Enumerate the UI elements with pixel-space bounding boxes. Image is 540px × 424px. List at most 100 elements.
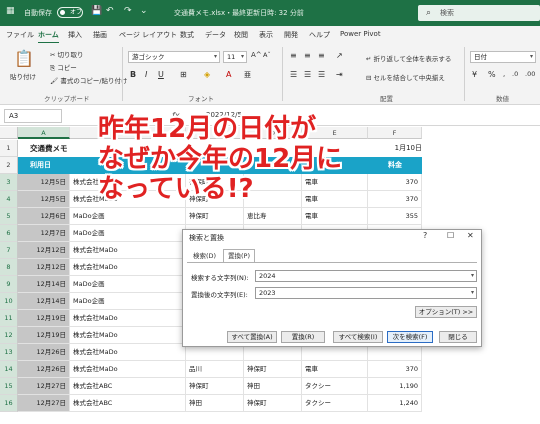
align-middle-icon[interactable]: ≡ — [304, 51, 311, 60]
cell-f1[interactable]: 1月10日 — [378, 140, 422, 157]
cell-company[interactable]: 株式会社MaDo — [70, 327, 186, 344]
cell-company[interactable]: MaDo企画 — [70, 276, 186, 293]
cell-company[interactable]: 株式会社MaDo — [70, 361, 186, 378]
cell-date[interactable]: 12月26日 — [18, 344, 70, 361]
tab-replace[interactable]: 置換(P) — [223, 249, 255, 263]
find-all-button[interactable]: すべて検索(I) — [333, 331, 383, 343]
cell-date[interactable]: 12月14日 — [18, 276, 70, 293]
replace-all-button[interactable]: すべて置換(A) — [227, 331, 277, 343]
find-input[interactable]: 2024 ▾ — [255, 270, 477, 282]
column-header-f[interactable]: F — [368, 127, 422, 139]
merge-center-button[interactable]: ⊟ セルを結合して中央揃え — [366, 72, 445, 82]
cell-date[interactable]: 12月12日 — [18, 259, 70, 276]
select-all-corner[interactable] — [0, 127, 18, 139]
row-header[interactable]: 13 — [0, 344, 18, 361]
close-button[interactable]: 閉じる — [439, 331, 477, 343]
tab-help[interactable]: ヘルプ — [309, 30, 330, 40]
align-right-icon[interactable]: ☰ — [318, 70, 325, 79]
cell-to[interactable]: 神保町 — [244, 395, 302, 412]
cell-company[interactable]: 株式会社MaDo — [70, 259, 186, 276]
cell-fee[interactable]: 1,190 — [368, 378, 422, 395]
cell-date[interactable]: 12月12日 — [18, 242, 70, 259]
italic-button[interactable]: I — [145, 70, 147, 79]
replace-button[interactable]: 置換(R) — [281, 331, 325, 343]
row-header[interactable]: 12 — [0, 327, 18, 344]
cell-date[interactable]: 12月5日 — [18, 191, 70, 208]
tab-home[interactable]: ホーム — [38, 30, 59, 44]
row-header[interactable]: 10 — [0, 293, 18, 310]
cell-company[interactable]: 株式会社MaDo — [70, 242, 186, 259]
copy-button[interactable]: ⎘ コピー — [50, 62, 77, 73]
cell-date[interactable]: 12月7日 — [18, 225, 70, 242]
cell-date[interactable]: 12月5日 — [18, 174, 70, 191]
wrap-text-button[interactable]: ↵ 折り返して全体を表示する — [366, 53, 451, 63]
cell-fee[interactable]: 355 — [368, 208, 422, 225]
row-header[interactable]: 9 — [0, 276, 18, 293]
cell-fee[interactable]: 1,240 — [368, 395, 422, 412]
row-header[interactable]: 4 — [0, 191, 18, 208]
paste-icon[interactable]: 📋 — [14, 49, 34, 68]
cell-fee[interactable]: 370 — [368, 361, 422, 378]
sheet-title[interactable]: 交通費メモ — [30, 140, 68, 157]
replace-input[interactable]: 2023 ▾ — [255, 287, 477, 299]
grow-font-icon[interactable]: A^ — [251, 51, 262, 59]
align-center-icon[interactable]: ☰ — [304, 70, 311, 79]
name-box[interactable]: A3 — [4, 109, 62, 123]
row-header[interactable]: 6 — [0, 225, 18, 242]
cell-from[interactable]: 品川 — [186, 361, 244, 378]
close-icon[interactable]: ✕ — [467, 231, 474, 240]
row-header[interactable]: 1 — [0, 140, 18, 157]
cell-date[interactable]: 12月14日 — [18, 293, 70, 310]
font-size-select[interactable]: 11 ▾ — [223, 51, 247, 63]
header-date[interactable]: 利用日 — [26, 157, 55, 174]
cell-transport[interactable]: タクシー — [302, 378, 368, 395]
increase-decimal-icon[interactable]: .0 — [512, 70, 518, 78]
row-header[interactable]: 5 — [0, 208, 18, 225]
cell-transport[interactable]: 電車 — [302, 361, 368, 378]
cell-date[interactable]: 12月19日 — [18, 327, 70, 344]
row-header[interactable]: 14 — [0, 361, 18, 378]
tab-developer[interactable]: 開発 — [284, 30, 298, 40]
format-painter-button[interactable]: 🖌 書式のコピー/貼り付け — [50, 75, 128, 85]
indent-icon[interactable]: ⇥ — [336, 70, 343, 79]
cell-company[interactable]: MaDo企画 — [70, 293, 186, 310]
underline-button[interactable]: U — [158, 70, 164, 79]
tab-file[interactable]: ファイル — [6, 30, 34, 40]
cut-button[interactable]: ✂ 切り取り — [50, 49, 84, 59]
header-fee[interactable]: 料金 — [384, 157, 406, 174]
row-header[interactable]: 7 — [0, 242, 18, 259]
cell-company[interactable]: 株式会社ABC — [70, 378, 186, 395]
borders-icon[interactable]: ⊞ — [180, 70, 187, 79]
cell-date[interactable]: 12月27日 — [18, 378, 70, 395]
percent-icon[interactable]: % — [488, 70, 496, 79]
cell-to[interactable]: 神田 — [244, 378, 302, 395]
cell-company[interactable]: 株式会社MaDo — [70, 310, 186, 327]
phonetic-icon[interactable]: 亜 — [244, 70, 251, 80]
customize-qat-icon[interactable]: ⌄ — [140, 6, 148, 16]
tab-data[interactable]: データ — [205, 30, 226, 40]
row-header[interactable]: 8 — [0, 259, 18, 276]
cell-transport[interactable]: 電車 — [302, 208, 368, 225]
row-header[interactable]: 15 — [0, 378, 18, 395]
cell-from[interactable]: 神保町 — [186, 208, 244, 225]
decrease-decimal-icon[interactable]: .00 — [525, 70, 535, 78]
align-top-icon[interactable]: ≡ — [290, 51, 297, 60]
cell-to[interactable]: 恵比寿 — [244, 208, 302, 225]
search-box[interactable]: ⌕ 検索 — [418, 5, 540, 21]
cell-from[interactable]: 神田 — [186, 395, 244, 412]
undo-icon[interactable]: ↶ — [106, 6, 114, 16]
row-header[interactable]: 16 — [0, 395, 18, 412]
cell-transport[interactable]: タクシー — [302, 395, 368, 412]
cell-from[interactable]: 神保町 — [186, 378, 244, 395]
align-bottom-icon[interactable]: ≡ — [318, 51, 325, 60]
cell-to[interactable]: 神保町 — [244, 361, 302, 378]
options-button[interactable]: オプション(T) >> — [415, 306, 477, 318]
save-icon[interactable]: 💾 — [91, 6, 102, 16]
tab-view[interactable]: 表示 — [259, 30, 273, 40]
chevron-down-icon[interactable]: ▾ — [471, 288, 474, 298]
tab-review[interactable]: 校閲 — [234, 30, 248, 40]
comma-style-icon[interactable]: , — [503, 70, 505, 78]
cell-company[interactable]: 株式会社ABC — [70, 395, 186, 412]
tab-find[interactable]: 検索(D) — [189, 250, 220, 262]
tab-insert[interactable]: 挿入 — [68, 30, 82, 40]
